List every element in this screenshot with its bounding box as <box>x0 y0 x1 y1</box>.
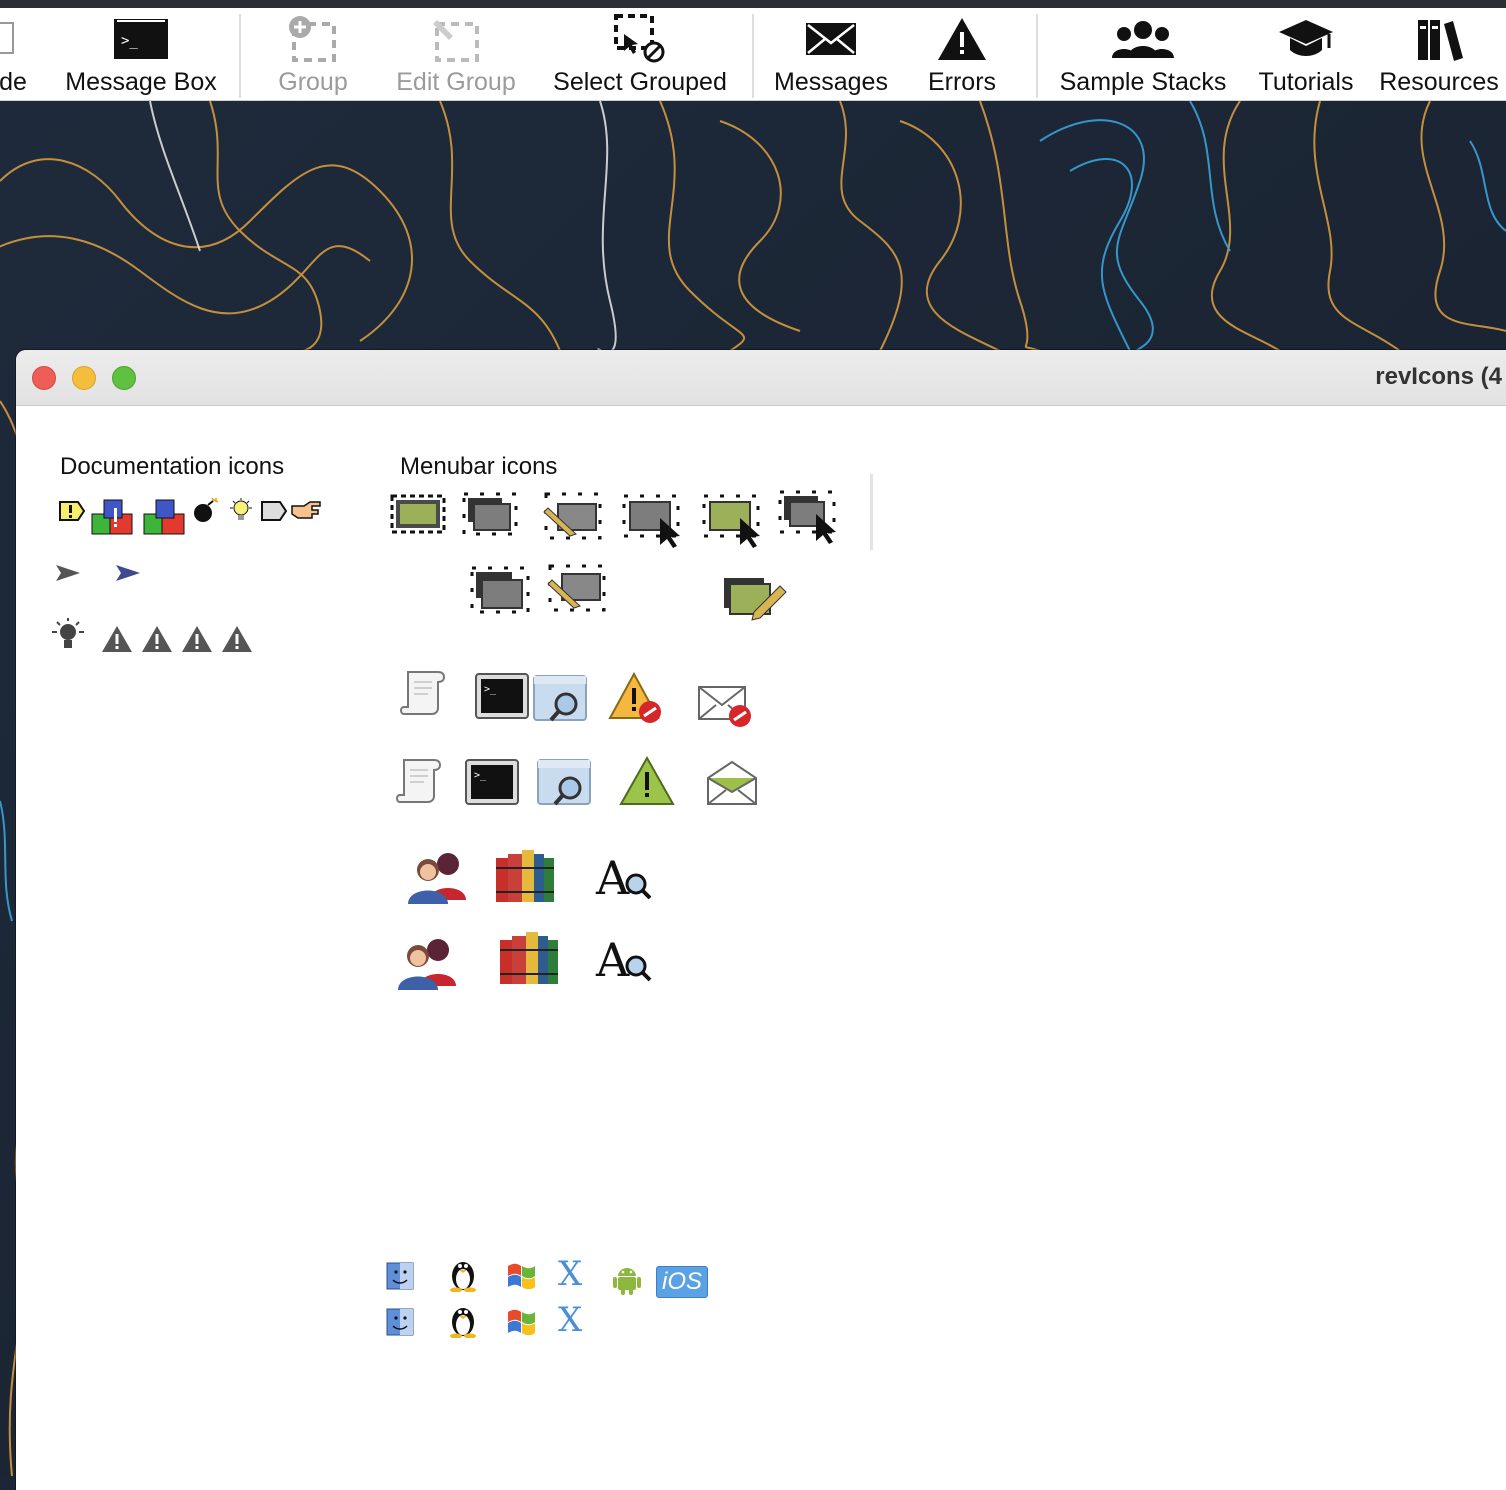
warning-icon <box>936 8 988 70</box>
lightbulb-dark-icon[interactable] <box>50 618 86 659</box>
toolbar-label: de <box>0 68 27 96</box>
close-button[interactable] <box>32 366 56 390</box>
envelope-open-icon[interactable] <box>704 758 760 813</box>
edit-group-green-icon[interactable] <box>720 574 788 629</box>
x11-icon[interactable]: X <box>558 1256 582 1292</box>
puzzle-warning-icon[interactable] <box>90 496 136 543</box>
select-group-gray-icon[interactable] <box>620 492 686 553</box>
books-color-icon[interactable] <box>494 848 558 909</box>
revicons-window: revIcons (4 Documentation icons Menubar … <box>16 350 1506 1490</box>
toolbar-separator <box>1036 14 1038 98</box>
script-icon[interactable] <box>394 756 444 811</box>
inspector-icon[interactable] <box>532 674 592 731</box>
edit-group-pencil-icon[interactable] <box>542 490 606 549</box>
people-icon[interactable] <box>396 934 458 997</box>
message-box-label: Message Box <box>65 68 217 96</box>
group-icon <box>286 8 340 70</box>
tutorials-button[interactable]: Tutorials <box>1252 8 1360 101</box>
resources-button[interactable]: Resources <box>1374 8 1504 101</box>
edit-group-button[interactable]: Edit Group <box>390 8 522 101</box>
select-grouped-button[interactable]: Select Grouped <box>545 8 735 101</box>
edit-group-label: Edit Group <box>396 68 516 96</box>
lightbulb-icon[interactable] <box>228 498 254 529</box>
note-icon[interactable] <box>58 500 86 527</box>
font-search-icon[interactable]: A <box>594 932 656 993</box>
windows-icon[interactable] <box>504 1306 538 1341</box>
envelope-icon <box>804 8 858 70</box>
minimize-button[interactable] <box>72 366 96 390</box>
message-box-button[interactable]: >_ Message Box <box>58 8 224 101</box>
ide-toolbar: de >_ Message Box Group Edit Group Selec… <box>0 0 1506 101</box>
terminal-bordered-icon[interactable]: >_ <box>474 672 532 727</box>
users-group-icon <box>1110 8 1176 70</box>
toolbar-item-partial[interactable]: de <box>0 8 32 101</box>
linux-penguin-icon[interactable] <box>448 1302 478 1343</box>
menubar-icons-title: Menubar icons <box>400 453 558 480</box>
toolbar-separator <box>239 14 241 98</box>
errors-button[interactable]: Errors <box>920 8 1004 101</box>
tutorials-label: Tutorials <box>1258 68 1354 96</box>
select-grouped-icon <box>610 8 670 70</box>
script-icon[interactable] <box>398 668 448 723</box>
select-group-green-icon[interactable] <box>700 492 766 553</box>
svg-text:>_: >_ <box>121 33 138 49</box>
document-icon <box>0 8 27 70</box>
group-button[interactable]: Group <box>268 8 358 101</box>
sample-stacks-button[interactable]: Sample Stacks <box>1052 8 1234 101</box>
warning-green-icon[interactable] <box>618 754 678 813</box>
sample-stacks-label: Sample Stacks <box>1059 68 1227 96</box>
warning-small-icon[interactable] <box>140 624 174 659</box>
ios-icon[interactable]: iOS <box>656 1266 708 1298</box>
svg-text:A: A <box>595 851 630 905</box>
window-titlebar[interactable]: revIcons (4 <box>16 350 1506 406</box>
svg-text:A: A <box>595 933 630 987</box>
bomb-icon[interactable] <box>192 497 222 529</box>
documentation-icons-title: Documentation icons <box>60 453 285 480</box>
warning-small-icon[interactable] <box>180 624 214 659</box>
group-green-icon[interactable] <box>386 490 450 543</box>
linux-penguin-icon[interactable] <box>448 1256 478 1297</box>
arrow-right-gray-icon[interactable] <box>54 563 82 588</box>
finder-icon[interactable] <box>386 1308 414 1341</box>
android-icon[interactable] <box>612 1264 642 1301</box>
x11-icon[interactable]: X <box>558 1302 582 1338</box>
messages-red-icon[interactable] <box>696 684 758 735</box>
select-grouped-cursor-icon[interactable] <box>776 488 842 549</box>
pointing-hand-icon[interactable] <box>290 500 322 527</box>
books-icon <box>1414 8 1464 70</box>
windows-icon[interactable] <box>504 1260 538 1295</box>
edit-group-pencil-small-icon[interactable] <box>546 562 610 621</box>
messages-label: Messages <box>774 68 888 96</box>
group-gray-icon[interactable] <box>460 490 520 543</box>
terminal-icon: >_ <box>113 8 169 70</box>
messages-button[interactable]: Messages <box>768 8 894 101</box>
puzzle-icon[interactable] <box>142 496 188 543</box>
finder-icon[interactable] <box>386 1262 414 1295</box>
edit-group-icon <box>429 8 483 70</box>
warning-small-icon[interactable] <box>100 624 134 659</box>
inspector-icon[interactable] <box>536 758 596 815</box>
errors-red-icon[interactable] <box>606 670 668 733</box>
zoom-button[interactable] <box>112 366 136 390</box>
books-color-icon[interactable] <box>498 930 562 991</box>
svg-text:>_: >_ <box>474 770 487 781</box>
graduation-cap-icon <box>1277 8 1335 70</box>
warning-small-icon[interactable] <box>220 624 254 659</box>
people-icon[interactable] <box>406 848 468 911</box>
window-title: revIcons (4 <box>1375 363 1502 390</box>
svg-text:>_: >_ <box>484 684 497 695</box>
terminal-bordered-icon[interactable]: >_ <box>464 758 522 813</box>
group-gray-small-icon[interactable] <box>468 564 532 621</box>
errors-label: Errors <box>927 68 997 96</box>
group-label: Group <box>278 68 348 96</box>
font-search-icon[interactable]: A <box>594 850 656 911</box>
toolbar-separator <box>752 14 754 98</box>
divider <box>870 474 873 550</box>
resources-label: Resources <box>1379 68 1499 96</box>
arrow-right-blue-icon[interactable] <box>114 563 142 588</box>
select-grouped-label: Select Grouped <box>553 68 727 96</box>
tag-icon[interactable] <box>260 500 288 527</box>
